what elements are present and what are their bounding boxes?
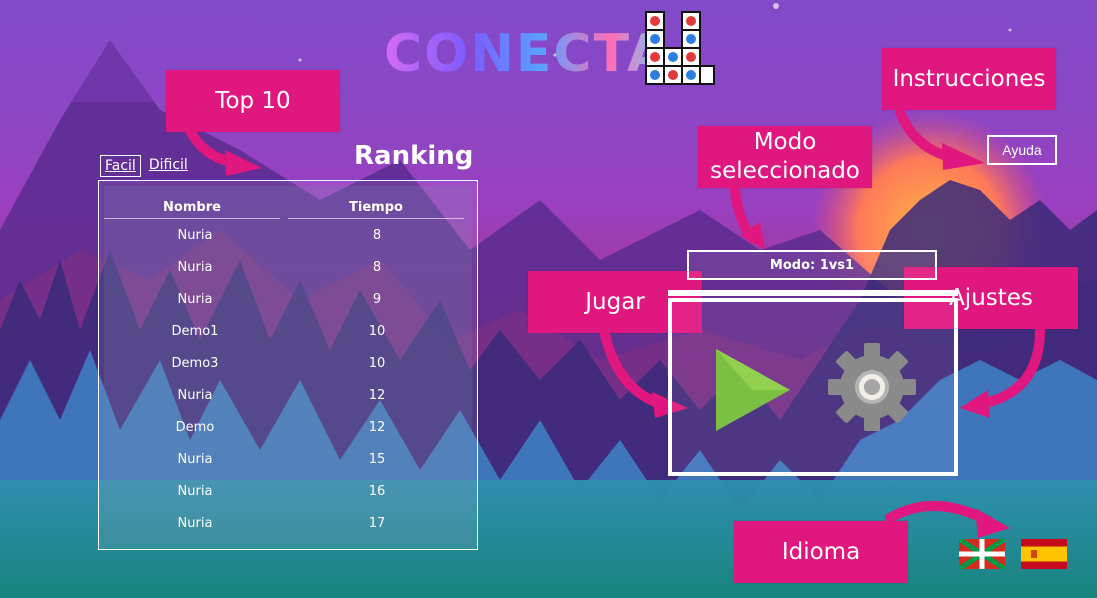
help-button[interactable]: Ayuda [987,135,1057,165]
mode-divider [668,290,958,296]
cell-time: 10 [368,356,386,371]
table-row: Nuria 17 [104,516,472,548]
table-row: Nuria 8 [104,260,472,292]
table-row: Demo 12 [104,420,472,452]
table-header: Nombre Tiempo [104,200,472,219]
arrow-idioma [885,500,995,527]
flag-basque-icon[interactable] [959,539,1005,569]
cell-time: 16 [368,484,386,499]
tab-facil[interactable]: Facil [100,155,141,177]
cell-time: 12 [368,420,386,435]
table-row: Demo3 10 [104,356,472,388]
table-row: Nuria 15 [104,452,472,484]
cell-name: Nuria [177,388,213,403]
cell-time: 9 [372,292,382,307]
cell-name: Nuria [177,292,213,307]
table-row: Nuria 9 [104,292,472,324]
difficulty-tabs: Facil Dificil [100,155,192,177]
table-row: Demo1 10 [104,324,472,356]
ranking-title: Ranking [354,141,474,171]
tab-dificil[interactable]: Dificil [145,155,192,177]
mode-indicator: Modo: 1vs1 [687,250,937,280]
ranking-panel: Nombre Tiempo Nuria 8 Nuria 8 Nuria 9 Demo1… [98,180,478,550]
cell-name: Nuria [177,516,213,531]
cell-time: 10 [368,324,386,339]
cell-time: 17 [368,516,386,531]
cell-name: Nuria [177,484,213,499]
column-header-tiempo: Tiempo [288,200,464,219]
table-body: Nuria 8 Nuria 8 Nuria 9 Demo1 10 Demo3 10 Nur… [104,228,472,548]
cell-time: 12 [368,388,386,403]
flag-spain-icon[interactable] [1021,539,1067,569]
cell-name: Demo3 [171,356,219,371]
table-row: Nuria 8 [104,228,472,260]
cell-name: Nuria [177,260,213,275]
play-icon[interactable] [712,345,792,435]
cell-name: Demo1 [171,324,219,339]
cell-time: 15 [368,452,386,467]
cell-name: Nuria [177,452,213,467]
ranking-table: Nombre Tiempo Nuria 8 Nuria 8 Nuria 9 Demo1… [104,186,472,544]
cell-name: Demo [175,420,215,435]
cell-name: Nuria [177,228,213,243]
gear-icon[interactable] [828,343,916,431]
cell-time: 8 [372,228,382,243]
table-row: Nuria 16 [104,484,472,516]
cell-time: 8 [372,260,382,275]
column-header-nombre: Nombre [104,200,280,219]
table-row: Nuria 12 [104,388,472,420]
